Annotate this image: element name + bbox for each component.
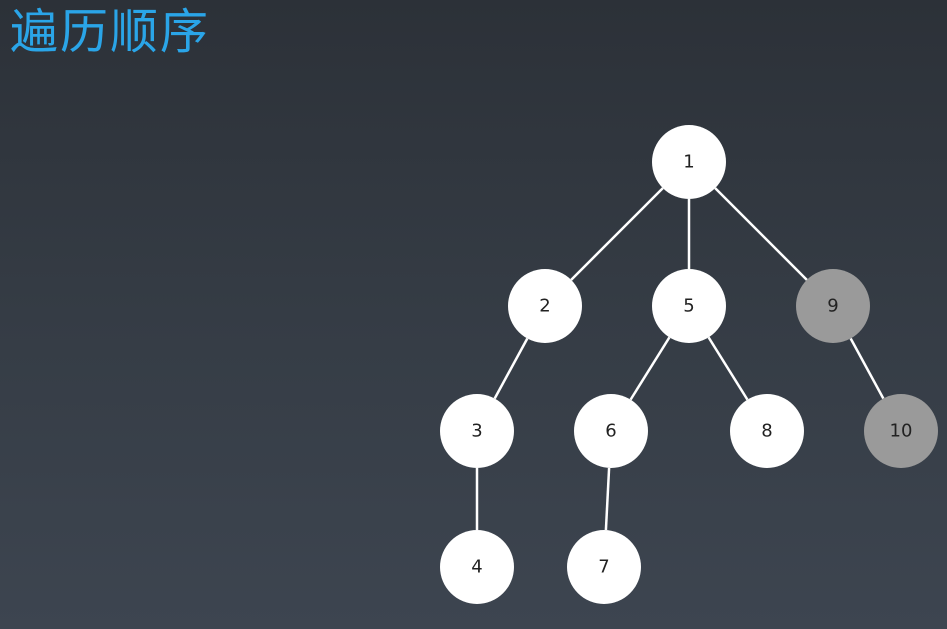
edge-1-9	[714, 187, 808, 281]
tree-node-4: 4	[440, 530, 514, 604]
node-label-10: 10	[890, 421, 913, 442]
node-label-5: 5	[683, 296, 694, 317]
node-label-6: 6	[605, 421, 616, 442]
tree-diagram: 1 2 5 9 3 6 8 10 4 7	[440, 125, 938, 604]
tree-node-2: 2	[508, 269, 582, 343]
edge-5-8	[707, 336, 749, 401]
tree-node-10: 10	[864, 394, 938, 468]
tree-node-1: 1	[652, 125, 726, 199]
edge-9-10	[849, 337, 885, 400]
tree-node-9: 9	[796, 269, 870, 343]
tree-node-6: 6	[574, 394, 648, 468]
node-label-1: 1	[683, 152, 694, 173]
tree-node-7: 7	[567, 530, 641, 604]
node-label-3: 3	[471, 421, 482, 442]
edge-5-6	[629, 336, 671, 401]
node-label-4: 4	[471, 557, 482, 578]
node-label-2: 2	[539, 296, 550, 317]
node-label-7: 7	[598, 557, 609, 578]
node-label-8: 8	[761, 421, 772, 442]
edge-6-7	[604, 467, 611, 531]
tree-node-8: 8	[730, 394, 804, 468]
tree-node-3: 3	[440, 394, 514, 468]
edge-1-2	[570, 187, 664, 281]
tree-edges	[475, 187, 885, 531]
node-label-9: 9	[827, 296, 838, 317]
tree-node-5: 5	[652, 269, 726, 343]
tree-nodes: 1 2 5 9 3 6 8 10 4 7	[440, 125, 938, 604]
edge-2-3	[493, 337, 529, 400]
